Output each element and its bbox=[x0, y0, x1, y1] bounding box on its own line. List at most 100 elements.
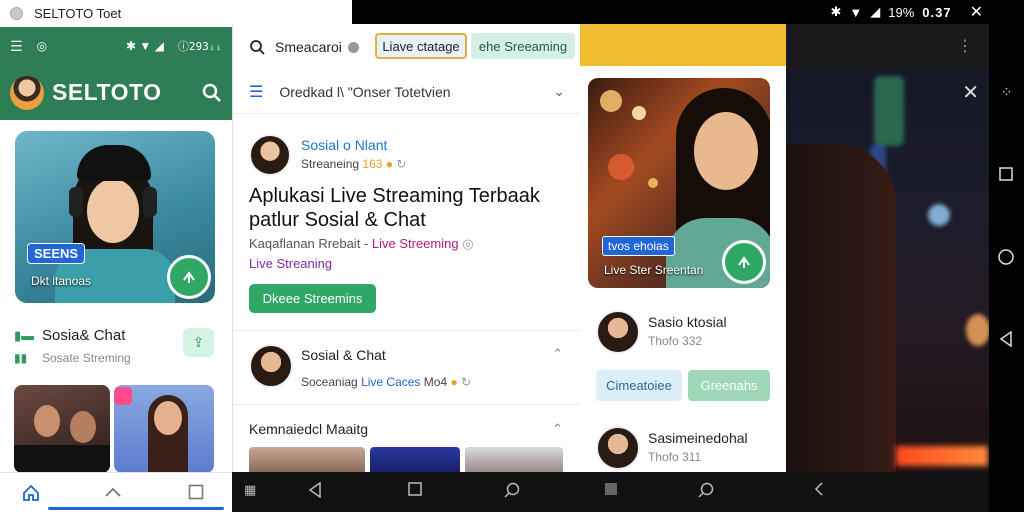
chevron-up-icon[interactable] bbox=[104, 485, 122, 499]
refresh-icon: ↻ bbox=[396, 157, 407, 171]
social-title: Sosia& Chat bbox=[42, 327, 126, 344]
post-headline: Aplukasi Live Streaming Terbaak patlur S… bbox=[249, 185, 540, 231]
thumbnail-3[interactable] bbox=[465, 447, 563, 472]
app-status-bar: ☰ ◎ ✱ ▼ ◢ ⓘ293ᵢᵢ bbox=[0, 27, 232, 65]
battery-label: 19% bbox=[888, 4, 915, 20]
thumbnail-1[interactable] bbox=[249, 447, 365, 472]
thumbnail-2[interactable] bbox=[370, 447, 460, 472]
app-panel-post: Smeacaroi Liave ctatage ehe Sreeaming ☰ … bbox=[232, 24, 581, 472]
yellow-header bbox=[580, 24, 786, 66]
chevron-up-icon[interactable]: ⌃ bbox=[552, 346, 563, 362]
coin-icon: ● bbox=[450, 375, 458, 389]
section-header[interactable]: Kemnaiedcl Maaitg ⌃ bbox=[249, 421, 569, 437]
system-nav-bar: ▦ bbox=[232, 472, 989, 512]
live-user-2[interactable]: Sasimeinedohal Thofo 311 bbox=[596, 426, 776, 474]
post-meta-prefix: Kaqaflanan Rrebait - bbox=[249, 236, 369, 251]
search-icon[interactable] bbox=[249, 39, 265, 55]
menu-icon[interactable]: ☰ bbox=[10, 38, 23, 55]
chevron-left-icon[interactable] bbox=[814, 482, 824, 496]
post-author[interactable]: Sosial o Nlant Streaneing 163 ● ↻ bbox=[249, 134, 569, 178]
play-button[interactable] bbox=[722, 240, 766, 284]
hero-card[interactable]: SEENS Dkt itanoas bbox=[15, 131, 215, 303]
hero-image-face bbox=[87, 179, 139, 243]
avatar[interactable] bbox=[10, 75, 44, 110]
window-titlebar: SELTOTO Toet bbox=[0, 0, 352, 27]
status-icons: ✱ ▼ ◢ bbox=[126, 39, 164, 53]
section-title: Kemnaiedcl Maaitg bbox=[249, 421, 369, 437]
person-silhouette bbox=[786, 144, 896, 474]
chevron-icon[interactable]: ⌄ bbox=[553, 83, 565, 100]
recents-icon[interactable] bbox=[408, 482, 422, 496]
play-icon bbox=[183, 271, 195, 283]
post-meta-2[interactable]: Live Streaning bbox=[249, 256, 332, 271]
list-sub-highlight: Live Caces bbox=[361, 375, 421, 389]
share-button[interactable]: ⇪ bbox=[183, 328, 214, 357]
live-badge-icon bbox=[114, 387, 132, 405]
author-sub-label: Streaneing bbox=[301, 157, 360, 171]
thumbnail-friends[interactable] bbox=[14, 385, 110, 473]
chevron-up-icon[interactable]: ⌃ bbox=[552, 421, 563, 437]
live-user-avatar bbox=[596, 426, 640, 470]
author-sub: Streaneing 163 ● ↻ bbox=[301, 157, 406, 171]
more-icon[interactable]: ⋮ bbox=[957, 36, 973, 56]
stop-icon[interactable] bbox=[604, 482, 618, 496]
square-icon[interactable] bbox=[188, 484, 204, 500]
chip-community[interactable]: Cimeatoiee bbox=[596, 370, 682, 401]
chip-greens[interactable]: Greenahs bbox=[688, 370, 770, 401]
refresh-icon: ↻ bbox=[461, 375, 472, 389]
thumb-person-2 bbox=[70, 411, 96, 443]
live-hero-caption: Live Ster Sreentan bbox=[604, 263, 704, 277]
hero-image-cap bbox=[77, 145, 151, 181]
home-circle-icon[interactable] bbox=[998, 249, 1014, 265]
list-title: Sosial & Chat bbox=[301, 347, 386, 363]
system-nav-column: ⁘ bbox=[989, 0, 1024, 512]
thumbnail-girl[interactable] bbox=[114, 385, 214, 473]
menu-icon[interactable]: ☰ bbox=[249, 82, 263, 102]
search-icon[interactable] bbox=[698, 482, 714, 498]
dots-icon[interactable]: ⁘ bbox=[989, 84, 1024, 101]
apps-grid-icon[interactable]: ▦ bbox=[244, 482, 256, 498]
live-user-1[interactable]: Sasio ktosial Thofo 332 bbox=[596, 310, 776, 358]
author-name: Sosial o Nlant bbox=[301, 137, 388, 153]
list-sub: Soceaniag Live Caces Mo4 ● ↻ bbox=[301, 375, 471, 389]
chip-live-stage[interactable]: Liave ctatage bbox=[375, 33, 467, 59]
post-meta-highlight[interactable]: Live Streeming bbox=[372, 236, 459, 251]
bokeh-light bbox=[608, 154, 634, 180]
post-meta: Kaqaflanan Rrebait - Live Streeming ◎ bbox=[249, 236, 474, 252]
status-dot bbox=[347, 41, 359, 53]
list-avatar bbox=[249, 344, 293, 388]
hero-caption: Dkt itanoas bbox=[31, 274, 92, 288]
social-section[interactable]: ▮▬ Sosia& Chat ▮▮ Sosate Streming ⇪ bbox=[14, 325, 219, 371]
back-icon[interactable] bbox=[999, 331, 1013, 347]
status-text: ⓘ293ᵢᵢ bbox=[177, 40, 222, 53]
close-window-icon[interactable]: ✕ bbox=[970, 2, 983, 22]
back-icon[interactable] bbox=[308, 482, 322, 498]
search-icon[interactable] bbox=[202, 83, 222, 103]
chip-streaming[interactable]: ehe Sreeaming bbox=[471, 33, 575, 59]
photo-viewer: ⋮ ✕ bbox=[786, 24, 989, 474]
hero-badge: SEENS bbox=[27, 243, 86, 264]
list-sub-prefix: Soceaniag bbox=[301, 375, 358, 389]
window-title: SELTOTO Toet bbox=[34, 6, 122, 21]
app-header: SELTOTO bbox=[0, 65, 232, 120]
divider bbox=[233, 330, 581, 331]
page-title: Oredkad l\ "Onser Totetvien bbox=[279, 83, 451, 100]
power-icon: ◎ bbox=[36, 39, 48, 53]
screen: SELTOTO Toet ✱ ▼ ◢ 19% 0.37 ✕ ☰ ◎ ✱ ▼ ◢ … bbox=[0, 0, 1024, 512]
live-streaming-button[interactable]: Dkeee Streemins bbox=[249, 284, 376, 313]
bokeh-light bbox=[928, 204, 950, 226]
home-icon[interactable] bbox=[22, 484, 40, 502]
play-button[interactable] bbox=[167, 255, 211, 299]
system-status-bar: ✱ ▼ ◢ 19% 0.37 ✕ bbox=[352, 0, 989, 24]
close-icon[interactable]: ✕ bbox=[962, 80, 979, 105]
clock: 0.37 bbox=[922, 4, 952, 20]
live-user-sub: Thofo 311 bbox=[648, 450, 702, 464]
recents-icon[interactable] bbox=[999, 167, 1013, 181]
headphones-left bbox=[69, 187, 83, 217]
search-icon[interactable] bbox=[504, 482, 520, 498]
list-item-social-chat[interactable]: Sosial & Chat Soceaniag Live Caces Mo4 ●… bbox=[249, 344, 569, 392]
viewer-header: ⋮ bbox=[786, 24, 989, 69]
live-hero-card[interactable]: tvos ehoias Live Ster Sreentan bbox=[588, 78, 770, 288]
bokeh-light bbox=[632, 106, 646, 120]
social-icon: ▮▬ bbox=[14, 328, 35, 343]
